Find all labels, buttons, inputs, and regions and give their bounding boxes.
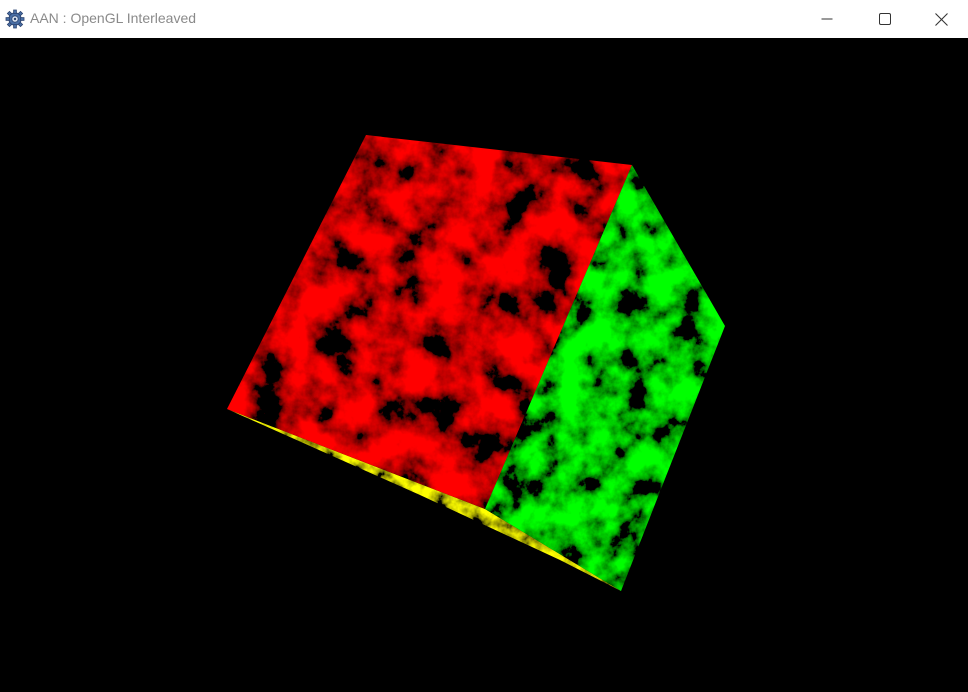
title-bar[interactable]: AAN : OpenGL Interleaved [0,0,968,38]
close-icon [934,12,948,26]
cube-render [227,135,725,591]
app-gear-icon[interactable] [5,9,25,29]
close-button[interactable] [914,0,968,38]
minimize-button[interactable] [798,0,856,38]
maximize-button[interactable] [856,0,914,38]
minimize-icon [821,13,833,25]
maximize-icon [879,13,891,25]
window-title: AAN : OpenGL Interleaved [30,10,197,26]
app-window: AAN : OpenGL Interleaved [0,0,968,692]
opengl-viewport[interactable] [0,38,968,692]
